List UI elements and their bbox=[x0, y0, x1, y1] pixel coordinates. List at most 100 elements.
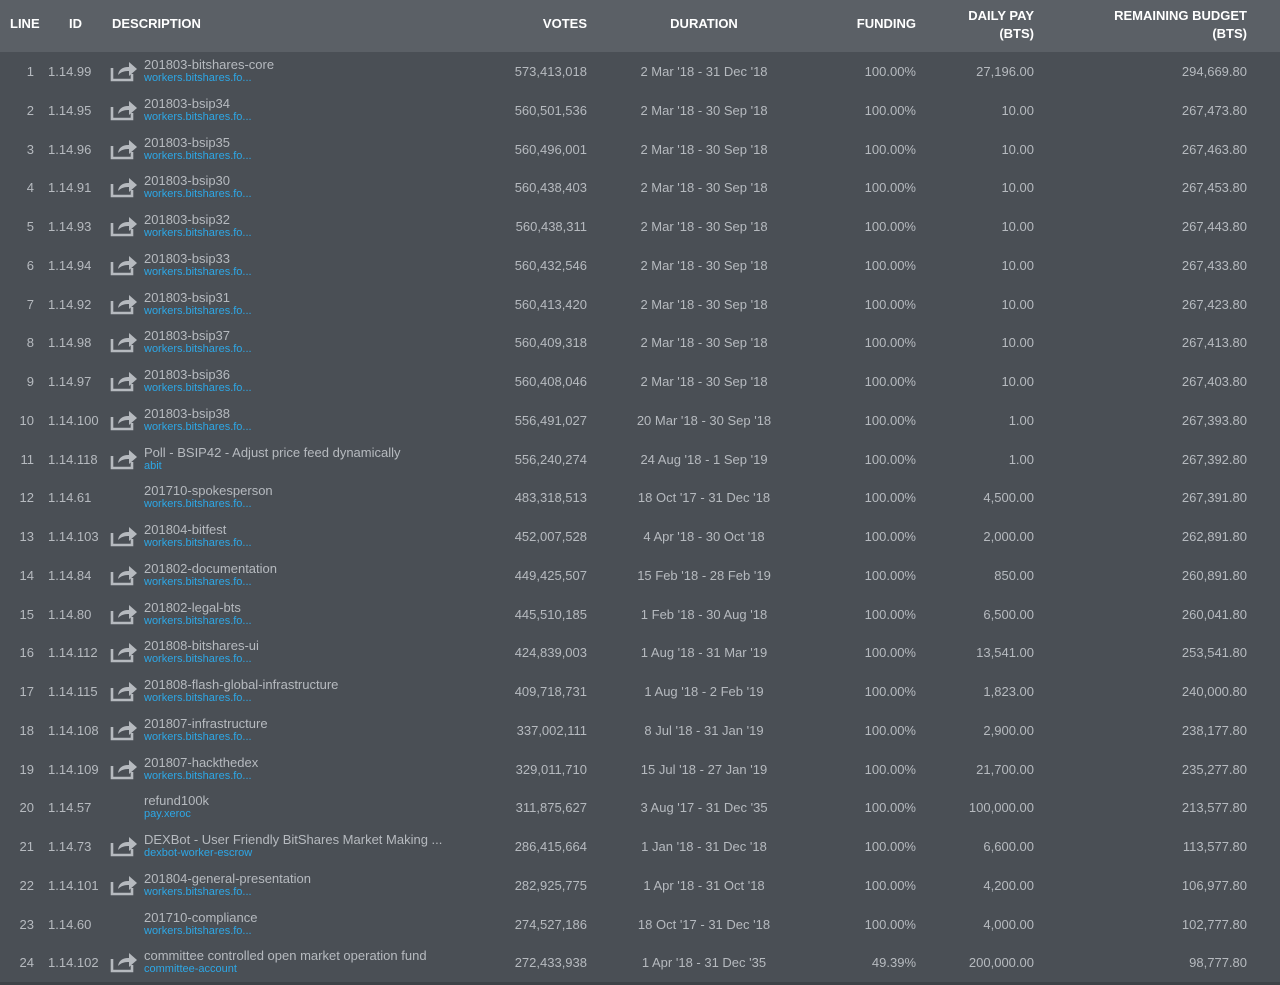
row-votes: 329,011,710 bbox=[515, 761, 587, 777]
table-row[interactable]: 9 1.14.97 201803-bsip36 workers.bitshares.f… bbox=[0, 362, 1280, 401]
row-duration: 2 Mar '18 - 30 Sep '18 bbox=[640, 141, 768, 157]
external-link-icon[interactable] bbox=[110, 409, 140, 433]
external-link-icon[interactable] bbox=[110, 603, 140, 627]
row-daily-pay: 10.00 bbox=[1001, 374, 1034, 389]
external-link-icon[interactable] bbox=[110, 293, 140, 317]
row-line-number: 24 bbox=[19, 955, 34, 971]
table-row[interactable]: 24 1.14.102 committee controlled open mark… bbox=[0, 943, 1280, 982]
table-row[interactable]: 13 1.14.103 201804-bitfest workers.bitshare… bbox=[0, 517, 1280, 556]
table-row[interactable]: 14 1.14.84 201802-documentation workers.bit… bbox=[0, 556, 1280, 595]
row-daily-pay: 10.00 bbox=[1001, 296, 1034, 312]
external-link-icon[interactable] bbox=[110, 641, 140, 665]
table-row[interactable]: 15 1.14.80 201802-legal-bts workers.bitshar… bbox=[0, 595, 1280, 634]
external-link-icon[interactable] bbox=[110, 60, 140, 84]
table-row[interactable]: 5 1.14.93 201803-bsip32 workers.bitshares.f… bbox=[0, 207, 1280, 246]
row-worker-account-link[interactable]: workers.bitshares.fo... bbox=[144, 615, 464, 628]
table-row[interactable]: 12 1.14.61 201710-spokesperson workers.bits… bbox=[0, 478, 1280, 517]
table-row[interactable]: 10 1.14.100 201803-bsip38 workers.bitshares… bbox=[0, 401, 1280, 440]
row-duration: 3 Aug '17 - 31 Dec '35 bbox=[640, 800, 768, 816]
row-worker-account-link[interactable]: workers.bitshares.fo... bbox=[144, 692, 464, 705]
table-row[interactable]: 4 1.14.91 201803-bsip30 workers.bitshares.f… bbox=[0, 168, 1280, 207]
row-duration: 20 Mar '18 - 30 Sep '18 bbox=[636, 412, 772, 428]
external-link-icon[interactable] bbox=[110, 254, 140, 278]
row-duration: 18 Oct '17 - 31 Dec '18 bbox=[637, 916, 771, 932]
row-worker-id: 1.14.109 bbox=[48, 761, 99, 777]
row-worker-name: DEXBot - User Friendly BitShares Market … bbox=[144, 832, 443, 847]
header-line[interactable]: LINE bbox=[10, 15, 40, 33]
external-link-icon[interactable] bbox=[110, 680, 140, 704]
header-funding[interactable]: FUNDING bbox=[800, 15, 916, 33]
row-worker-account-link[interactable]: workers.bitshares.fo... bbox=[144, 770, 464, 783]
external-link-icon[interactable] bbox=[110, 835, 140, 859]
header-daily-pay[interactable]: DAILY PAY (BTS) bbox=[900, 7, 1034, 43]
row-worker-name: 201803-bsip32 bbox=[144, 212, 231, 227]
table-row[interactable]: 18 1.14.108 201807-infrastructure workers.b… bbox=[0, 711, 1280, 750]
row-worker-account-link[interactable]: workers.bitshares.fo... bbox=[144, 498, 464, 511]
row-remaining-budget: 267,443.80 bbox=[1181, 219, 1247, 234]
table-row[interactable]: 23 1.14.60 201710-compliance workers.bitsha… bbox=[0, 905, 1280, 944]
row-worker-id: 1.14.93 bbox=[48, 219, 92, 234]
external-link-icon[interactable] bbox=[110, 99, 140, 123]
row-worker-account-link[interactable]: workers.bitshares.fo... bbox=[144, 188, 464, 201]
table-row[interactable]: 22 1.14.101 201804-general-presentation wor… bbox=[0, 866, 1280, 905]
row-worker-account-link[interactable]: dexbot-worker-escrow bbox=[144, 847, 464, 860]
table-row[interactable]: 11 1.14.118 Poll - BSIP42 - Adjust price f… bbox=[0, 440, 1280, 479]
row-votes: 560,438,403 bbox=[514, 180, 587, 196]
header-remaining-unit: (BTS) bbox=[1212, 26, 1247, 41]
external-link-icon[interactable] bbox=[110, 448, 140, 472]
header-description[interactable]: DESCRIPTION bbox=[112, 15, 201, 33]
row-worker-account-link[interactable]: workers.bitshares.fo... bbox=[144, 343, 464, 356]
row-worker-name: 201803-bsip30 bbox=[144, 173, 231, 189]
row-worker-account-link[interactable]: workers.bitshares.fo... bbox=[144, 886, 464, 899]
table-row[interactable]: 2 1.14.95 201803-bsip34 workers.bitshares.f… bbox=[0, 91, 1280, 130]
external-link-icon[interactable] bbox=[110, 525, 140, 549]
row-worker-account-link[interactable]: workers.bitshares.fo... bbox=[144, 266, 464, 279]
row-worker-account-link[interactable]: workers.bitshares.fo... bbox=[144, 305, 464, 318]
table-row[interactable]: 19 1.14.109 201807-hackthedex workers.bitsh… bbox=[0, 750, 1280, 789]
external-link-icon[interactable] bbox=[110, 951, 140, 975]
row-worker-account-link[interactable]: pay.xeroc bbox=[144, 808, 464, 821]
row-worker-account-link[interactable]: workers.bitshares.fo... bbox=[144, 653, 464, 666]
row-worker-account-link[interactable]: workers.bitshares.fo... bbox=[144, 382, 464, 395]
external-link-icon[interactable] bbox=[110, 719, 140, 743]
external-link-icon[interactable] bbox=[110, 874, 140, 898]
header-id[interactable]: ID bbox=[69, 15, 82, 33]
external-link-icon[interactable] bbox=[110, 138, 140, 162]
table-row[interactable]: 6 1.14.94 201803-bsip33 workers.bitshares.f… bbox=[0, 246, 1280, 285]
row-worker-account-link[interactable]: committee-account bbox=[144, 963, 464, 976]
external-link-icon[interactable] bbox=[110, 758, 140, 782]
row-funding: 100.00% bbox=[864, 684, 916, 699]
table-row[interactable]: 21 1.14.73 DEXBot - User Friendly BitShare… bbox=[0, 827, 1280, 866]
row-worker-account-link[interactable]: workers.bitshares.fo... bbox=[144, 150, 464, 163]
table-row[interactable]: 7 1.14.92 201803-bsip31 workers.bitshares.f… bbox=[0, 285, 1280, 324]
row-worker-account-link[interactable]: workers.bitshares.fo... bbox=[144, 72, 464, 85]
external-link-icon[interactable] bbox=[110, 331, 140, 355]
row-description: 201802-legal-bts workers.bitshares.fo... bbox=[144, 600, 464, 628]
table-row[interactable]: 16 1.14.112 201808-bitshares-ui workers.bit… bbox=[0, 633, 1280, 672]
table-row[interactable]: 1 1.14.99 201803-bitshares-core workers.bit… bbox=[0, 52, 1280, 91]
external-link-icon[interactable] bbox=[110, 215, 140, 239]
row-worker-account-link[interactable]: workers.bitshares.fo... bbox=[144, 227, 464, 240]
row-votes: 560,501,536 bbox=[514, 102, 587, 118]
row-line-number: 4 bbox=[26, 180, 34, 196]
row-worker-account-link[interactable]: workers.bitshares.fo... bbox=[144, 421, 464, 434]
table-row[interactable]: 3 1.14.96 201803-bsip35 workers.bitshares.f… bbox=[0, 130, 1280, 169]
table-row[interactable]: 20 1.14.57 refund100k pay.xeroc 311,875,627 3… bbox=[0, 788, 1280, 827]
row-funding: 100.00% bbox=[864, 64, 916, 79]
table-row[interactable]: 17 1.14.115 201808-flash-global-infrastruc… bbox=[0, 672, 1280, 711]
row-worker-account-link[interactable]: workers.bitshares.fo... bbox=[144, 731, 464, 744]
external-link-icon[interactable] bbox=[110, 564, 140, 588]
row-worker-account-link[interactable]: workers.bitshares.fo... bbox=[144, 111, 464, 124]
header-duration[interactable]: DURATION bbox=[604, 15, 804, 33]
external-link-icon[interactable] bbox=[110, 176, 140, 200]
header-votes[interactable]: VOTES bbox=[440, 15, 587, 33]
row-worker-account-link[interactable]: workers.bitshares.fo... bbox=[144, 537, 464, 550]
row-votes: 274,527,186 bbox=[514, 916, 587, 932]
external-link-icon[interactable] bbox=[110, 370, 140, 394]
table-row[interactable]: 8 1.14.98 201803-bsip37 workers.bitshares.f… bbox=[0, 323, 1280, 362]
row-worker-account-link[interactable]: workers.bitshares.fo... bbox=[144, 576, 464, 589]
row-worker-account-link[interactable]: workers.bitshares.fo... bbox=[144, 925, 464, 938]
header-remaining-budget[interactable]: REMAINING BUDGET (BTS) bbox=[1060, 7, 1247, 43]
row-worker-account-link[interactable]: abit bbox=[144, 460, 464, 473]
row-daily-pay: 4,000.00 bbox=[983, 916, 1034, 932]
